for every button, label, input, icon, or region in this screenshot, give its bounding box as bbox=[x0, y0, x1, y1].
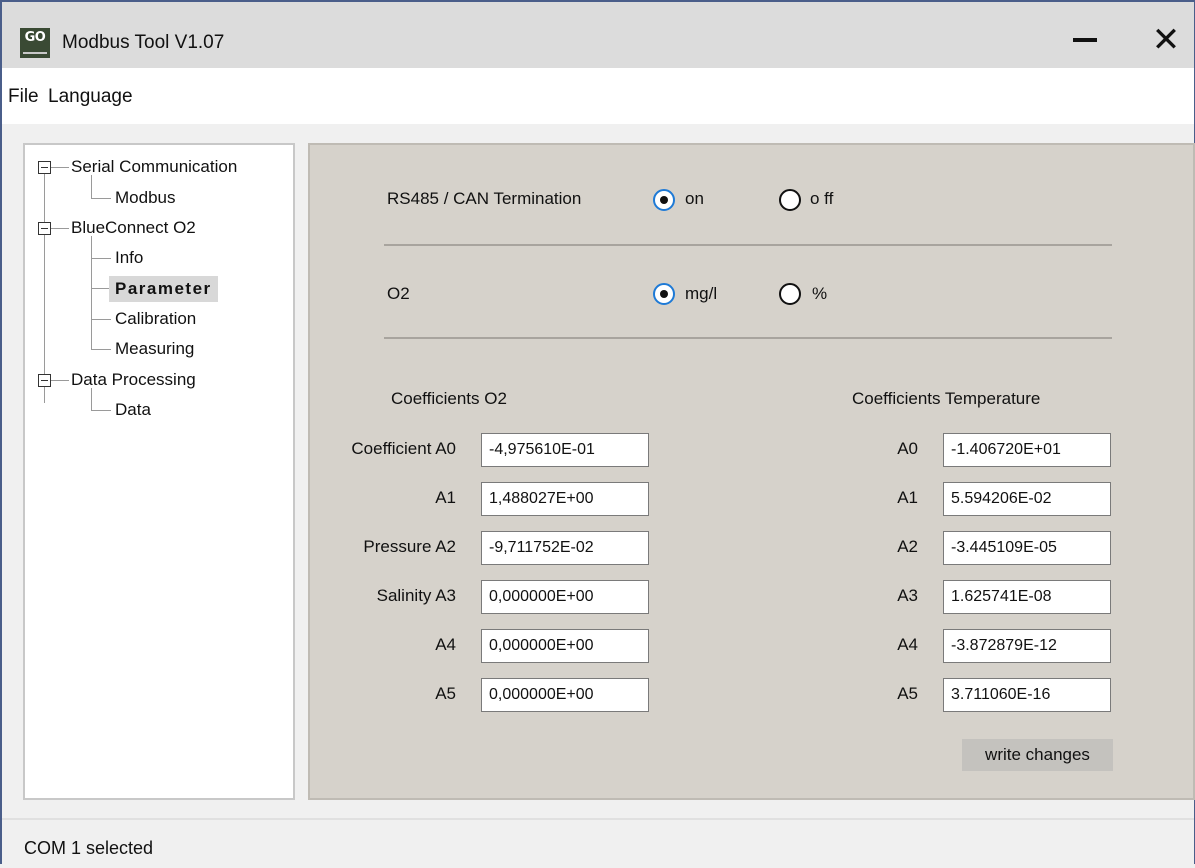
o2-a5-field[interactable] bbox=[481, 678, 649, 712]
temp-a0-label: A0 bbox=[897, 439, 918, 458]
o2-a1-label: A1 bbox=[435, 488, 456, 507]
menu-file[interactable]: File bbox=[8, 86, 39, 108]
app-logo: GO bbox=[20, 28, 50, 58]
menu-bar: File Language bbox=[2, 68, 1194, 124]
temp-a3-field[interactable] bbox=[943, 580, 1111, 614]
tree-item-modbus[interactable]: Modbus bbox=[115, 188, 175, 208]
temp-a2-label: A2 bbox=[897, 537, 918, 556]
status-text: COM 1 selected bbox=[24, 838, 154, 858]
temp-a5-field[interactable] bbox=[943, 678, 1111, 712]
temp-a4-field[interactable] bbox=[943, 629, 1111, 663]
coefficients-o2-heading: Coefficients O2 bbox=[391, 389, 507, 408]
o2-a4-label: A4 bbox=[435, 635, 456, 654]
pressure-a2-label: Pressure A2 bbox=[363, 537, 456, 556]
separator bbox=[384, 244, 1112, 246]
app-window: GO Modbus Tool V1.07 ✕ File Language Ser… bbox=[0, 0, 1195, 868]
tree-item-parameter[interactable]: Parameter bbox=[109, 276, 218, 302]
collapse-icon-data-processing[interactable] bbox=[38, 374, 51, 387]
temp-a1-label: A1 bbox=[897, 488, 918, 507]
close-icon[interactable]: ✕ bbox=[1146, 20, 1186, 60]
menu-language[interactable]: Language bbox=[48, 86, 133, 108]
temp-a1-field[interactable] bbox=[943, 482, 1111, 516]
termination-off-label: o ff bbox=[810, 189, 834, 208]
title-bar: GO Modbus Tool V1.07 ✕ bbox=[2, 2, 1194, 68]
logo-text: GO bbox=[24, 30, 46, 45]
tree-item-serial-communication[interactable]: Serial Communication bbox=[71, 157, 237, 177]
collapse-icon-blueconnect[interactable] bbox=[38, 222, 51, 235]
o2-percent-radio[interactable] bbox=[779, 283, 801, 305]
coefficients-temperature-heading: Coefficients Temperature bbox=[852, 389, 1041, 408]
minimize-icon[interactable] bbox=[1073, 38, 1097, 42]
temp-a2-field[interactable] bbox=[943, 531, 1111, 565]
pressure-a2-field[interactable] bbox=[481, 531, 649, 565]
o2-unit-label: O2 bbox=[387, 284, 410, 303]
temp-a5-label: A5 bbox=[897, 684, 918, 703]
o2-mgl-radio[interactable] bbox=[653, 283, 675, 305]
termination-label: RS485 / CAN Termination bbox=[387, 189, 582, 208]
temp-a4-label: A4 bbox=[897, 635, 918, 654]
termination-on-radio[interactable] bbox=[653, 189, 675, 211]
termination-on-label: on bbox=[685, 189, 704, 208]
salinity-a3-label: Salinity A3 bbox=[376, 586, 456, 605]
collapse-icon-serial[interactable] bbox=[38, 161, 51, 174]
coefficient-a0-field[interactable] bbox=[481, 433, 649, 467]
tree-item-data[interactable]: Data bbox=[115, 400, 151, 420]
coefficient-a0-label: Coefficient A0 bbox=[351, 439, 456, 458]
tree-item-blueconnect-o2[interactable]: BlueConnect O2 bbox=[71, 218, 196, 238]
temp-a3-label: A3 bbox=[897, 586, 918, 605]
o2-mgl-label: mg/l bbox=[685, 284, 718, 303]
separator bbox=[384, 337, 1112, 339]
status-bar: COM 1 selected bbox=[2, 818, 1194, 868]
tree-item-info[interactable]: Info bbox=[115, 248, 143, 268]
termination-off-radio[interactable] bbox=[779, 189, 801, 211]
o2-percent-label: % bbox=[812, 284, 828, 303]
temp-a0-field[interactable] bbox=[943, 433, 1111, 467]
o2-a4-field[interactable] bbox=[481, 629, 649, 663]
navigation-tree: Serial Communication Modbus BlueConnect … bbox=[23, 143, 295, 800]
o2-a1-field[interactable] bbox=[481, 482, 649, 516]
salinity-a3-field[interactable] bbox=[481, 580, 649, 614]
o2-a5-label: A5 bbox=[435, 684, 456, 703]
tree-item-data-processing[interactable]: Data Processing bbox=[71, 370, 196, 390]
write-changes-button[interactable]: write changes bbox=[962, 739, 1113, 771]
window-title: Modbus Tool V1.07 bbox=[62, 32, 225, 53]
tree-item-measuring[interactable]: Measuring bbox=[115, 339, 194, 359]
tree-item-calibration[interactable]: Calibration bbox=[115, 309, 196, 329]
